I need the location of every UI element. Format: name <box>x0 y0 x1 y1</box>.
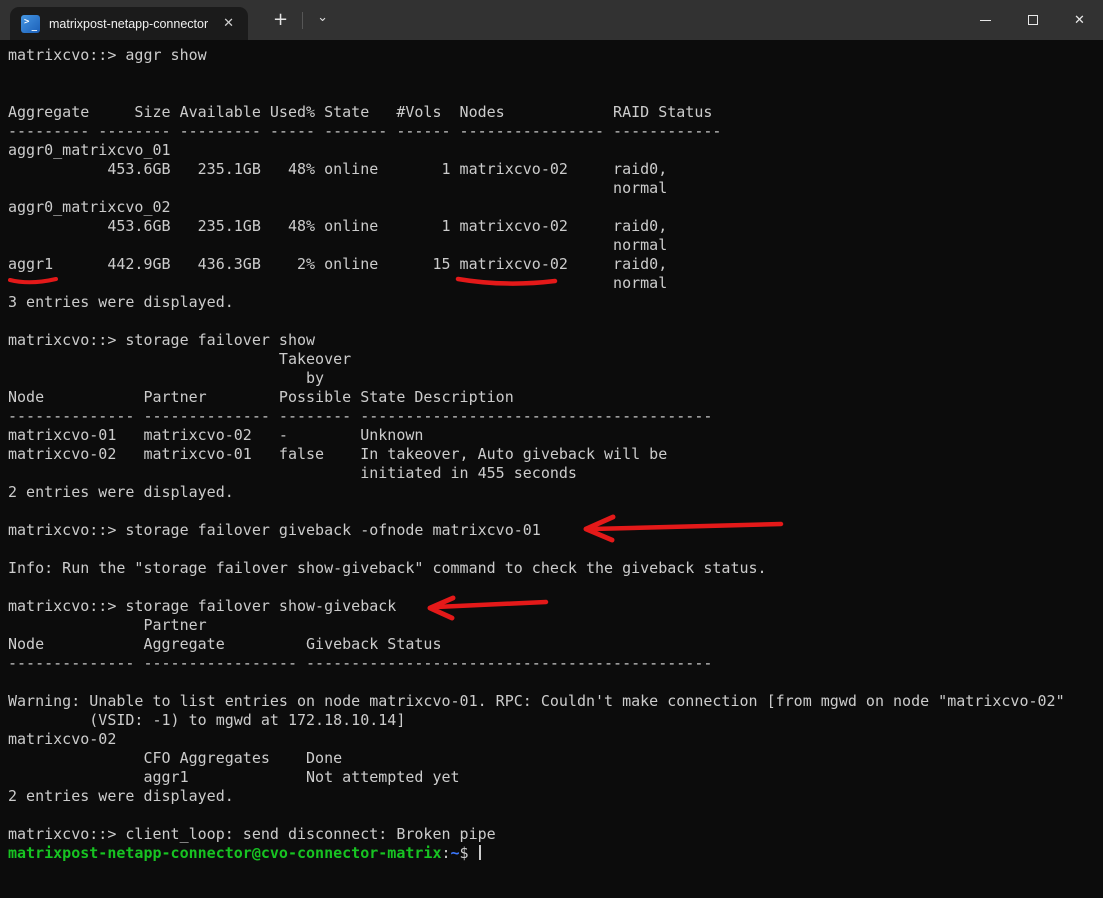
terminal-line: Warning: Unable to list entries on node … <box>8 692 1103 711</box>
terminal-line: matrixcvo-02 matrixcvo-01 false In takeo… <box>8 445 1103 464</box>
terminal-line <box>8 312 1103 331</box>
terminal-line: 2 entries were displayed. <box>8 483 1103 502</box>
terminal-line: normal <box>8 236 1103 255</box>
terminal-line <box>8 502 1103 521</box>
terminal-line: Partner <box>8 616 1103 635</box>
tab-title: matrixpost-netapp-connector <box>49 17 213 31</box>
terminal-window: > _ matrixpost-netapp-connector ✕ + ⌄ ✕ … <box>0 0 1103 898</box>
terminal-line: 2 entries were displayed. <box>8 787 1103 806</box>
tab-matrixpost-netapp-connector[interactable]: > _ matrixpost-netapp-connector ✕ <box>10 7 248 40</box>
powershell-icon: > _ <box>21 15 40 33</box>
minimize-button[interactable] <box>962 0 1009 40</box>
terminal-line: aggr0_matrixcvo_01 <box>8 141 1103 160</box>
terminal-line: aggr0_matrixcvo_02 <box>8 198 1103 217</box>
terminal-line: 453.6GB 235.1GB 48% online 1 matrixcvo-0… <box>8 160 1103 179</box>
powershell-icon-underscore: _ <box>32 22 37 32</box>
prompt-symbol: $ <box>460 844 469 862</box>
titlebar-divider <box>302 12 303 29</box>
terminal-line: initiated in 455 seconds <box>8 464 1103 483</box>
terminal-line: matrixcvo::> aggr show <box>8 46 1103 65</box>
terminal-line <box>8 540 1103 559</box>
terminal-line: matrixcvo::> storage failover show-giveb… <box>8 597 1103 616</box>
close-icon: ✕ <box>1074 13 1085 28</box>
new-tab-button[interactable]: + <box>269 11 292 29</box>
terminal-line: Info: Run the "storage failover show-giv… <box>8 559 1103 578</box>
terminal-line: CFO Aggregates Done <box>8 749 1103 768</box>
terminal-line <box>8 673 1103 692</box>
terminal-line: by <box>8 369 1103 388</box>
terminal-line <box>8 84 1103 103</box>
terminal-line: matrixcvo-02 <box>8 730 1103 749</box>
tab-close-icon[interactable]: ✕ <box>219 14 238 33</box>
terminal-line: Takeover <box>8 350 1103 369</box>
terminal-line: matrixcvo-01 matrixcvo-02 - Unknown <box>8 426 1103 445</box>
terminal-line: 453.6GB 235.1GB 48% online 1 matrixcvo-0… <box>8 217 1103 236</box>
maximize-icon <box>1028 15 1038 25</box>
terminal-line: --------- -------- --------- ----- -----… <box>8 122 1103 141</box>
minimize-icon <box>980 20 991 21</box>
terminal-line: normal <box>8 274 1103 293</box>
prompt-separator: : <box>441 844 450 862</box>
terminal-line: matrixcvo::> client_loop: send disconnec… <box>8 825 1103 844</box>
powershell-icon-gt: > <box>24 17 29 27</box>
text-cursor <box>479 845 481 860</box>
terminal-line: 3 entries were displayed. <box>8 293 1103 312</box>
terminal-line: (VSID: -1) to mgwd at 172.18.10.14] <box>8 711 1103 730</box>
maximize-button[interactable] <box>1009 0 1056 40</box>
shell-prompt: matrixpost-netapp-connector@cvo-connecto… <box>8 844 1103 863</box>
terminal-line: Aggregate Size Available Used% State #Vo… <box>8 103 1103 122</box>
terminal-line: normal <box>8 179 1103 198</box>
terminal-line: aggr1 Not attempted yet <box>8 768 1103 787</box>
prompt-path: ~ <box>451 844 460 862</box>
terminal-line: -------------- ----------------- -------… <box>8 654 1103 673</box>
prompt-user-host: matrixpost-netapp-connector@cvo-connecto… <box>8 844 441 862</box>
terminal-line: matrixcvo::> storage failover giveback -… <box>8 521 1103 540</box>
terminal-line: Node Aggregate Giveback Status <box>8 635 1103 654</box>
titlebar: > _ matrixpost-netapp-connector ✕ + ⌄ ✕ <box>0 0 1103 40</box>
window-controls: ✕ <box>962 0 1103 40</box>
close-button[interactable]: ✕ <box>1056 0 1103 40</box>
terminal-line <box>8 65 1103 84</box>
terminal-line: -------------- -------------- -------- -… <box>8 407 1103 426</box>
chevron-down-icon[interactable]: ⌄ <box>313 10 332 31</box>
terminal-line: aggr1 442.9GB 436.3GB 2% online 15 matri… <box>8 255 1103 274</box>
terminal-line: matrixcvo::> storage failover show <box>8 331 1103 350</box>
terminal-line: Node Partner Possible State Description <box>8 388 1103 407</box>
terminal-line <box>8 578 1103 597</box>
terminal-line <box>8 806 1103 825</box>
terminal-output[interactable]: matrixcvo::> aggr show Aggregate Size Av… <box>0 40 1103 898</box>
